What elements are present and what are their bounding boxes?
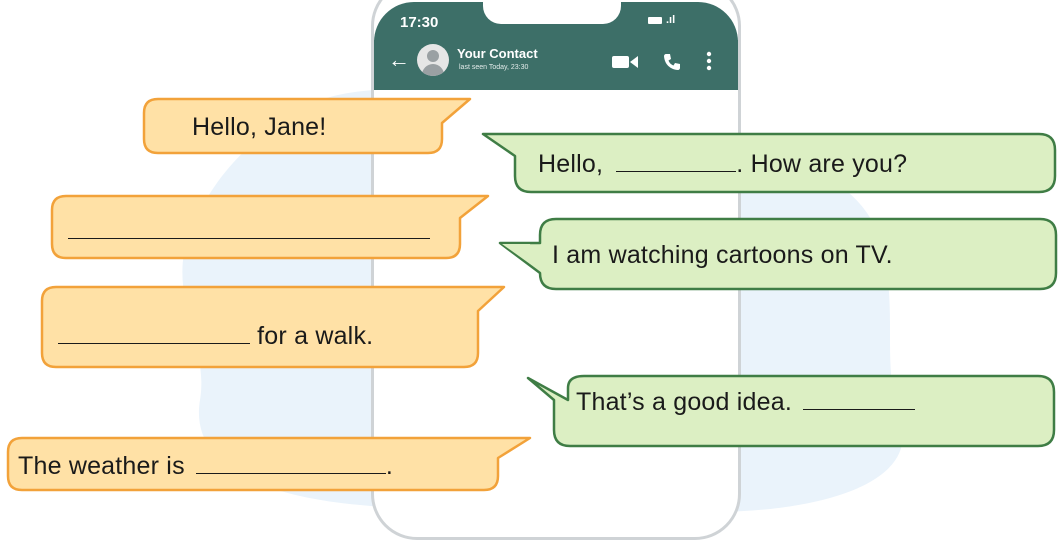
message-text: The weather is . [18,451,393,481]
contact-last-seen: last seen Today, 23:30 [459,64,529,71]
answer-blank[interactable] [803,387,916,410]
message-text: I am watching cartoons on TV. [552,241,893,270]
phone-notch [483,0,621,24]
message-text [68,216,430,246]
contact-name[interactable]: Your Contact [457,46,538,61]
message-text-before: That’s a good idea. [576,388,792,416]
answer-blank[interactable] [195,451,386,474]
system-icons: .ıl [648,14,675,26]
video-call-icon[interactable] [612,55,638,69]
message-text-before: Hello, [538,150,604,178]
signal-icon: .ıl [666,14,676,26]
message-text: for a walk. [58,321,373,351]
message-text-before: Hello, Jane! [192,113,327,141]
phone-call-icon[interactable] [662,52,682,72]
message-text: That’s a good idea. [576,387,916,417]
back-arrow-icon[interactable]: ← [388,47,410,73]
status-time: 17:30 [400,14,439,31]
answer-blank[interactable] [616,149,737,172]
message-text-after: . How are you? [736,150,908,178]
answer-blank[interactable] [68,216,430,239]
avatar[interactable] [417,44,449,76]
avatar-head [427,50,439,62]
battery-icon [648,16,662,24]
more-options-icon[interactable] [706,50,712,72]
message-text-before: The weather is [18,452,185,480]
message-text: Hello, . How are you? [538,149,907,179]
message-text-after: . [385,452,394,480]
message-text-before: I am watching cartoons on TV. [552,241,893,269]
answer-blank[interactable] [58,321,250,344]
message-text: Hello, Jane! [192,113,326,142]
avatar-shoulders [422,64,444,76]
message-text-after: for a walk. [257,322,374,350]
